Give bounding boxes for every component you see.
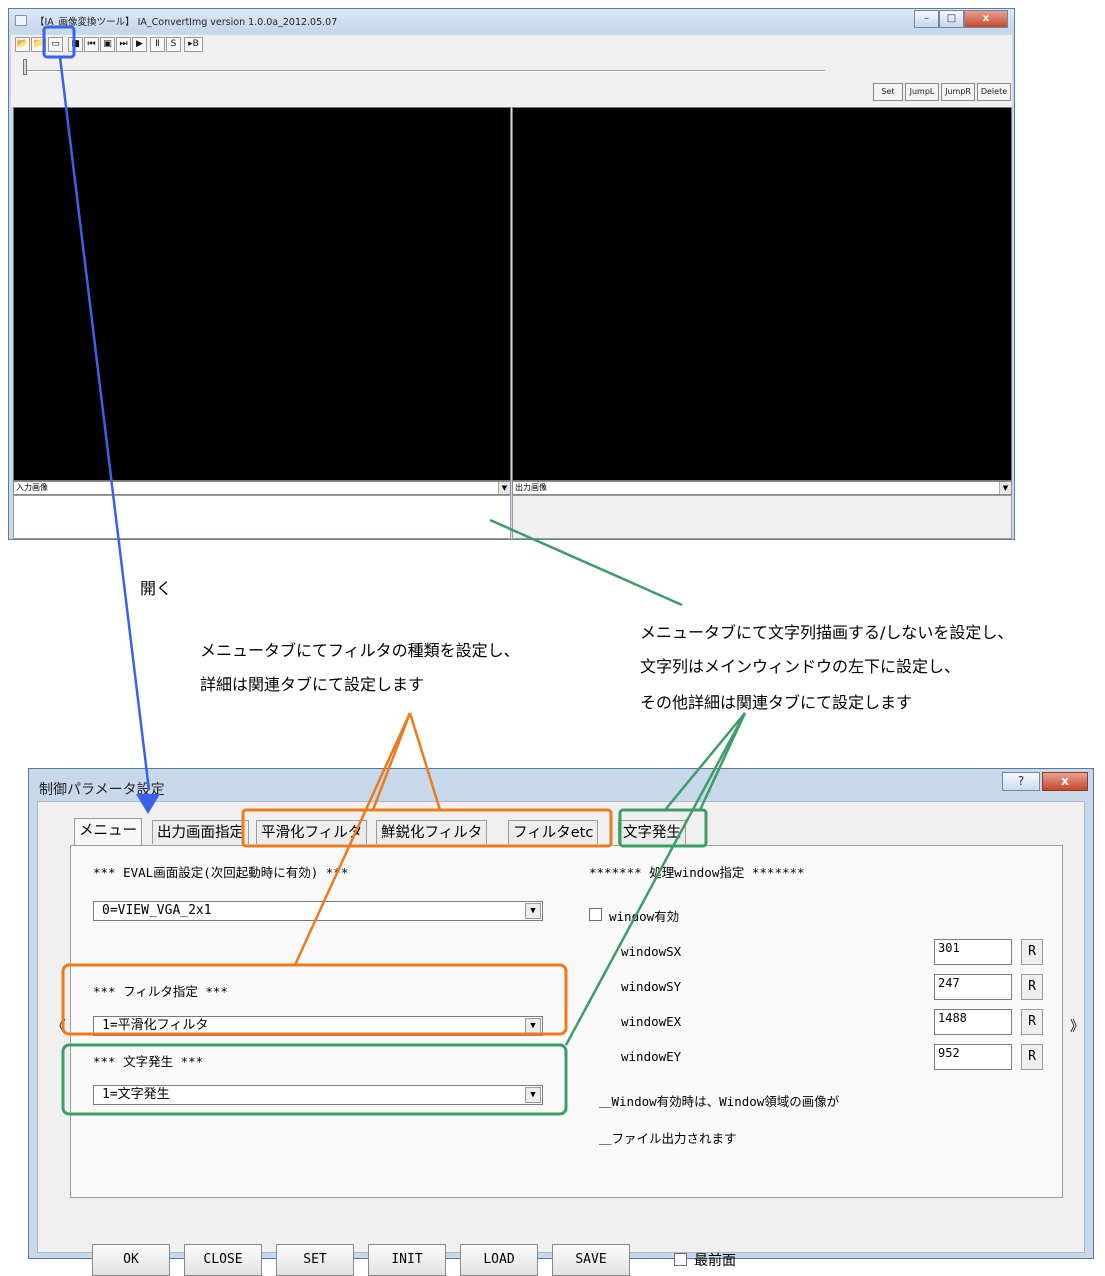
pause-icon[interactable]: Ⅱ bbox=[150, 37, 165, 52]
close-button[interactable]: x bbox=[964, 10, 1008, 28]
jumpl-button[interactable]: JumpL bbox=[905, 83, 939, 101]
jumpr-button[interactable]: JumpR bbox=[941, 83, 975, 101]
tab-smoothing[interactable]: 平滑化フィルタ bbox=[256, 820, 368, 844]
dialog-close-button[interactable]: x bbox=[1042, 772, 1088, 791]
output-image-select[interactable]: 出力画像 ▼ bbox=[512, 481, 1012, 495]
filter-note-line2: 詳細は関連タブにて設定します bbox=[200, 675, 425, 694]
eval-select-value: 0=VIEW_VGA_2x1 bbox=[102, 903, 212, 918]
filter-note-line1: メニュータブにてフィルタの種類を設定し、 bbox=[200, 641, 520, 660]
filter-select-value: 1=平滑化フィルタ bbox=[102, 1018, 209, 1033]
window-sy-reset-button[interactable]: R bbox=[1021, 974, 1043, 1000]
topmost-checkbox[interactable] bbox=[674, 1253, 687, 1266]
eval-heading: *** EVAL画面設定(次回起動時に有効) *** bbox=[93, 865, 349, 880]
text-heading: *** 文字発生 *** bbox=[93, 1054, 204, 1069]
window-ey-label: windowEY bbox=[621, 1049, 682, 1064]
window-sx-reset-button[interactable]: R bbox=[1021, 939, 1043, 965]
chevron-down-icon: ▼ bbox=[525, 903, 541, 919]
dialog-title: 制御パラメータ設定 bbox=[39, 782, 165, 798]
maximize-button[interactable]: □ bbox=[939, 10, 964, 28]
seek-track[interactable] bbox=[25, 70, 825, 72]
output-info-panel bbox=[512, 495, 1012, 539]
toolbar: 📂 📁 ▭ ■ ⏮ ▣ ⏭ ▶ Ⅱ S ▸B bbox=[11, 35, 1012, 55]
text-note-line1: メニュータブにて文字列描画する/しないを設定し、 bbox=[640, 623, 1014, 642]
input-image-select[interactable]: 入力画像 ▼ bbox=[13, 481, 511, 495]
window-ex-label: windowEX bbox=[621, 1014, 682, 1029]
chevron-down-icon: ▼ bbox=[999, 482, 1011, 494]
prev-tab-button[interactable]: 《 bbox=[52, 1016, 66, 1036]
eval-select[interactable]: 0=VIEW_VGA_2x1 ▼ bbox=[93, 901, 543, 921]
next-tab-button[interactable]: 》 bbox=[1070, 1016, 1084, 1036]
output-image-label: 出力画像 bbox=[515, 483, 547, 492]
input-info-panel bbox=[13, 495, 511, 539]
skip-start-icon[interactable]: ⏮ bbox=[84, 37, 99, 52]
main-title-bar: 【IA_画像変換ツール】 IA_ConvertImg version 1.0.0… bbox=[9, 9, 1014, 33]
window-heading: ******* 処理window指定 ******* bbox=[589, 865, 805, 880]
seek-thumb[interactable] bbox=[23, 59, 27, 75]
folder-open-icon[interactable]: 📂 bbox=[15, 37, 30, 52]
seek-area: Set JumpL JumpR Delete bbox=[11, 55, 1012, 107]
save-button[interactable]: SAVE bbox=[552, 1244, 630, 1276]
main-window-title: 【IA_画像変換ツール】 IA_ConvertImg version 1.0.0… bbox=[35, 17, 338, 28]
chevron-down-icon: ▼ bbox=[525, 1018, 541, 1034]
play-icon[interactable]: ▶ bbox=[132, 37, 147, 52]
window-ey-reset-button[interactable]: R bbox=[1021, 1044, 1043, 1070]
input-image-view bbox=[13, 107, 511, 481]
minimize-button[interactable]: – bbox=[914, 10, 939, 28]
window-sy-input[interactable]: 247 bbox=[934, 974, 1012, 1000]
tab-output-screen[interactable]: 出力画面指定 bbox=[152, 820, 249, 844]
app-icon bbox=[15, 15, 27, 26]
window-sy-label: windowSY bbox=[621, 979, 682, 994]
help-button[interactable]: ? bbox=[1002, 772, 1040, 791]
control-parameter-dialog: 制御パラメータ設定 ? x メニュー 出力画面指定 平滑化フィルタ 鮮鋭化フィル… bbox=[28, 768, 1094, 1276]
set-button[interactable]: Set bbox=[873, 83, 903, 101]
output-image-view bbox=[512, 107, 1012, 481]
filter-heading: *** フィルタ指定 *** bbox=[93, 984, 228, 999]
ok-button[interactable]: OK bbox=[92, 1244, 170, 1276]
close-dialog-button[interactable]: CLOSE bbox=[184, 1244, 262, 1276]
text-note-line2: 文字列はメインウィンドウの左下に設定し、 bbox=[640, 657, 961, 676]
tab-sharpening[interactable]: 鮮鋭化フィルタ bbox=[376, 820, 488, 844]
window-note-2: ＿ファイル出力されます bbox=[599, 1131, 737, 1146]
play-b-icon[interactable]: ▸B bbox=[184, 37, 203, 52]
settings-dialog-icon[interactable]: ▭ bbox=[48, 37, 63, 52]
load-button[interactable]: LOAD bbox=[460, 1244, 538, 1276]
window-note-1: ＿Window有効時は、Window領域の画像が bbox=[599, 1094, 840, 1109]
loop-icon[interactable]: ▣ bbox=[100, 37, 115, 52]
caption-buttons: – □ x bbox=[914, 10, 1008, 28]
init-button[interactable]: INIT bbox=[368, 1244, 446, 1276]
window-sx-label: windowSX bbox=[621, 944, 682, 959]
folder-save-icon[interactable]: 📁 bbox=[31, 37, 46, 52]
filter-select[interactable]: 1=平滑化フィルタ ▼ bbox=[93, 1016, 543, 1036]
window-ey-input[interactable]: 952 bbox=[934, 1044, 1012, 1070]
window-enable-label: window有効 bbox=[609, 909, 680, 924]
tab-panel-menu: *** EVAL画面設定(次回起動時に有効) *** 0=VIEW_VGA_2x… bbox=[70, 845, 1063, 1198]
window-ex-reset-button[interactable]: R bbox=[1021, 1009, 1043, 1035]
topmost-label: 最前面 bbox=[694, 1253, 736, 1269]
text-select-value: 1=文字発生 bbox=[102, 1087, 170, 1102]
set-dialog-button[interactable]: SET bbox=[276, 1244, 354, 1276]
dialog-client: メニュー 出力画面指定 平滑化フィルタ 鮮鋭化フィルタ フィルタetc 文字発生… bbox=[37, 801, 1085, 1276]
tab-menu[interactable]: メニュー bbox=[74, 818, 142, 846]
window-ex-input[interactable]: 1488 bbox=[934, 1009, 1012, 1035]
window-enable-checkbox[interactable] bbox=[589, 908, 602, 921]
tab-filter-etc[interactable]: フィルタetc bbox=[508, 820, 599, 844]
window-sx-input[interactable]: 301 bbox=[934, 939, 1012, 965]
open-annotation: 開く bbox=[140, 579, 173, 598]
chevron-down-icon: ▼ bbox=[525, 1087, 541, 1103]
stop-icon[interactable]: ■ bbox=[68, 37, 83, 52]
text-select[interactable]: 1=文字発生 ▼ bbox=[93, 1085, 543, 1105]
delete-button[interactable]: Delete bbox=[977, 83, 1011, 101]
input-image-label: 入力画像 bbox=[16, 483, 48, 492]
step-forward-icon[interactable]: ⏭ bbox=[116, 37, 131, 52]
chevron-down-icon: ▼ bbox=[498, 482, 510, 494]
s-icon[interactable]: S bbox=[166, 37, 181, 52]
text-note-line3: その他詳細は関連タブにて設定します bbox=[640, 693, 913, 712]
main-window: 【IA_画像変換ツール】 IA_ConvertImg version 1.0.0… bbox=[8, 8, 1015, 540]
tab-text-generate[interactable]: 文字発生 bbox=[618, 820, 686, 844]
